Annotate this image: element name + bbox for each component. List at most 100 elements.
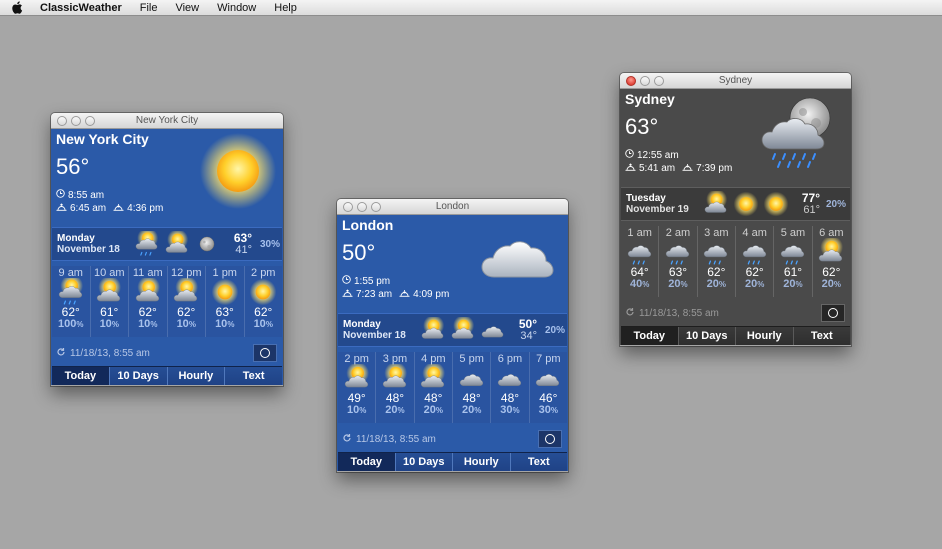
last-updated: 11/18/13, 8:55 am — [56, 347, 150, 360]
tab-10-days[interactable]: 10 Days — [394, 453, 452, 471]
hour-precip-value: 10 — [215, 318, 228, 330]
tab-hourly[interactable]: Hourly — [735, 327, 793, 345]
nyc-window[interactable]: New York City New York City 56° 8:55 am … — [51, 113, 283, 386]
window-titlebar[interactable]: London — [337, 199, 568, 215]
hour-precip: 20% — [423, 404, 443, 416]
minimize-button[interactable] — [357, 202, 367, 212]
refresh-small-icon — [56, 347, 66, 360]
zoom-button[interactable] — [85, 116, 95, 126]
status-bar: 11/18/13, 8:55 am — [620, 302, 851, 326]
cloud-sun-rain-icon — [134, 227, 160, 262]
hour-precip: 20% — [744, 278, 765, 290]
local-time: 12:55 am — [625, 149, 679, 161]
day-hilo: 63° 41° — [234, 232, 252, 256]
hour-precip: 40% — [629, 278, 650, 290]
sun-icon — [245, 278, 283, 306]
hour-temp: 62° — [138, 305, 157, 319]
tab-text[interactable]: Text — [792, 327, 850, 345]
last-updated-value: 11/18/13, 8:55 am — [356, 434, 436, 445]
menu-window[interactable]: Window — [208, 0, 265, 16]
close-button[interactable] — [57, 116, 67, 126]
close-button[interactable] — [343, 202, 353, 212]
refresh-icon — [545, 434, 555, 444]
hour-temp: 64° — [630, 265, 649, 279]
hour-precip-value: 30 — [500, 404, 513, 416]
hour-precip: 10% — [253, 318, 273, 330]
cloud-sun-rain-icon — [52, 278, 90, 305]
hour-precip: 10% — [215, 318, 235, 330]
hour-cell: 4 am 62° 20% — [734, 226, 773, 297]
sunset-time: 4:36 pm — [127, 203, 164, 214]
menu-app-name[interactable]: ClassicWeather — [36, 0, 131, 16]
tab-today[interactable]: Today — [621, 327, 678, 345]
last-updated-value: 11/18/13, 8:55 am — [639, 308, 719, 319]
city-name: London — [342, 217, 394, 233]
tab-today[interactable]: Today — [338, 453, 395, 471]
refresh-button[interactable] — [538, 430, 562, 448]
window-body: New York City 56° 8:55 am 6:45 am 4:36 p… — [51, 129, 283, 385]
hour-cell: 5 pm 48° 20% — [451, 352, 491, 423]
close-button[interactable] — [626, 76, 636, 86]
menu-file[interactable]: File — [131, 0, 167, 16]
hour-precip-value: 20 — [385, 404, 398, 416]
zoom-button[interactable] — [654, 76, 664, 86]
sun-cloud-icon — [415, 364, 452, 391]
sun-cloud-icon — [129, 278, 167, 305]
hour-temp: 62° — [707, 265, 726, 279]
hour-cell: 4 pm 48° 20% — [413, 352, 452, 423]
zoom-button[interactable] — [371, 202, 381, 212]
daily-forecast: Tuesday November 19 77° 61° 20% — [621, 187, 850, 221]
tab-hourly[interactable]: Hourly — [166, 367, 225, 385]
sun-icon — [198, 131, 278, 216]
sunrise-icon — [625, 163, 636, 174]
hour-precip-value: 30 — [538, 404, 551, 416]
hour-cell: 2 am 63° 20% — [658, 226, 696, 297]
tab-hourly[interactable]: Hourly — [452, 453, 510, 471]
tab-10-days[interactable]: 10 Days — [108, 367, 167, 385]
sun-cloud-icon — [813, 238, 850, 265]
hour-temp: 48° — [424, 391, 443, 405]
cloud-rain-icon — [659, 239, 696, 265]
hour-precip: 10% — [99, 318, 119, 330]
local-time-value: 8:55 am — [68, 189, 105, 201]
refresh-button[interactable] — [253, 344, 277, 362]
status-bar: 11/18/13, 8:55 am — [337, 428, 568, 452]
local-time-value: 1:55 pm — [354, 275, 391, 287]
sun-cloud-icon — [420, 314, 446, 348]
day-high: 63° — [233, 231, 252, 245]
daily-forecast: Monday November 18 50° 34° 20% — [338, 313, 567, 347]
clock-icon — [625, 149, 634, 161]
local-time: 1:55 pm — [342, 275, 390, 287]
london-window[interactable]: London London 50° 1:55 pm 7:23 am 4:09 p… — [337, 199, 568, 472]
hour-temp: 61° — [100, 305, 119, 319]
sun-icon — [206, 278, 244, 306]
hour-temp: 62° — [822, 265, 841, 279]
hour-precip: 10% — [176, 318, 196, 330]
window-titlebar[interactable]: New York City — [51, 113, 283, 129]
hour-cell: 6 am 62° 20% — [811, 226, 850, 297]
menu-help[interactable]: Help — [265, 0, 306, 16]
hour-precip-value: 10 — [176, 318, 189, 330]
hour-cell: 1 pm 63° 10% — [205, 266, 244, 337]
menu-view[interactable]: View — [166, 0, 208, 16]
hour-temp: 63° — [668, 265, 688, 279]
tab-today[interactable]: Today — [52, 367, 109, 385]
hour-cell: 1 am 64° 40% — [621, 226, 658, 297]
minimize-button[interactable] — [640, 76, 650, 86]
sunset-icon — [682, 163, 693, 174]
hour-temp: 62° — [61, 305, 80, 319]
minimize-button[interactable] — [71, 116, 81, 126]
tab-10-days[interactable]: 10 Days — [677, 327, 735, 345]
refresh-small-icon — [625, 307, 635, 320]
refresh-button[interactable] — [821, 304, 845, 322]
tab-text[interactable]: Text — [509, 453, 567, 471]
tab-text[interactable]: Text — [224, 367, 282, 385]
sydney-window[interactable]: Sydney Sydney 63° 12:55 am 5:41 am 7:39 … — [620, 73, 851, 346]
hour-cell: 10 am 61° 10% — [89, 266, 128, 337]
apple-icon[interactable] — [12, 1, 30, 14]
day-date: November 19 — [626, 204, 689, 215]
window-titlebar[interactable]: Sydney — [620, 73, 851, 89]
hourly-forecast: 2 pm 49° 10% 3 pm 48° 20% 4 pm 48° 20% 5… — [338, 352, 567, 423]
window-body: London 50° 1:55 pm 7:23 am 4:09 pm Monda… — [337, 215, 568, 471]
hour-cell: 11 am 62° 10% — [128, 266, 167, 337]
